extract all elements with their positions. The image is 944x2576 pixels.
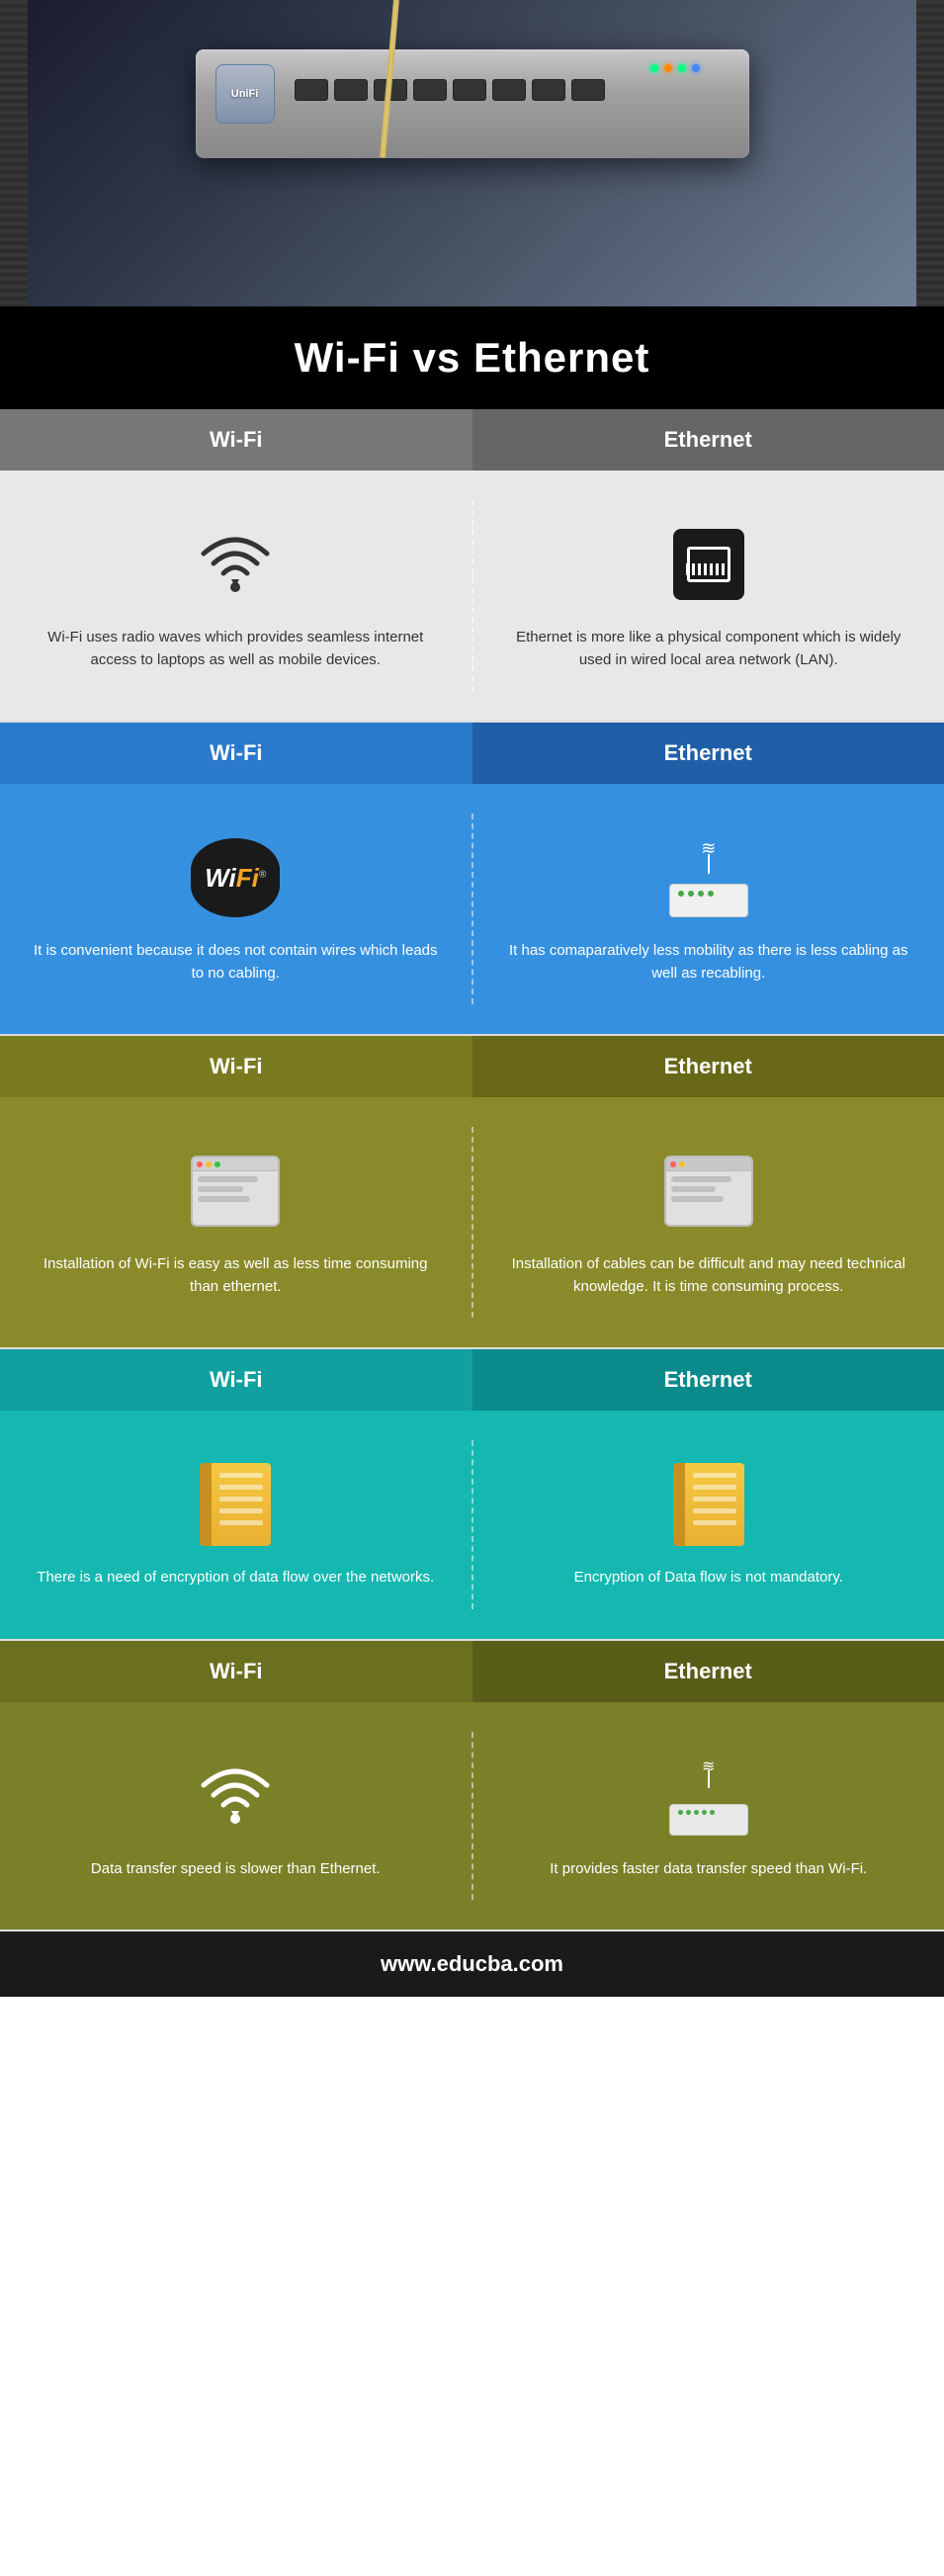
section-installation-header: Wi-Fi Ethernet bbox=[0, 1036, 944, 1097]
installation-ethernet-cell: Installation of cables can be difficult … bbox=[473, 1127, 944, 1318]
light-green-2 bbox=[678, 64, 686, 72]
header-ethernet-mobility: Ethernet bbox=[472, 723, 944, 784]
section-mobility-header: Wi-Fi Ethernet bbox=[0, 723, 944, 784]
header-ethernet-speed: Ethernet bbox=[472, 1641, 944, 1702]
installation-wifi-text: Installation of Wi-Fi is easy as well as… bbox=[30, 1253, 442, 1298]
intro-wifi-text: Wi-Fi uses radio waves which provides se… bbox=[30, 627, 442, 671]
section-speed-header: Wi-Fi Ethernet bbox=[0, 1641, 944, 1702]
browser-ethernet-icon bbox=[664, 1147, 753, 1236]
installation-ethernet-text: Installation of cables can be difficult … bbox=[503, 1253, 915, 1298]
header-wifi-mobility: Wi-Fi bbox=[0, 723, 472, 784]
mobility-wifi-text: It is convenient because it does not con… bbox=[30, 940, 442, 985]
router-icon: ≋ bbox=[664, 833, 753, 922]
browser-wifi-icon bbox=[191, 1147, 280, 1236]
header-wifi-speed: Wi-Fi bbox=[0, 1641, 472, 1702]
switch-logo: UniFi bbox=[215, 64, 275, 124]
switch-ports bbox=[295, 79, 605, 101]
port-4 bbox=[413, 79, 447, 101]
intro-ethernet-cell: Ethernet is more like a physical compone… bbox=[473, 500, 944, 691]
section-speed: Wi-Fi Ethernet Data transfer speed is sl… bbox=[0, 1641, 944, 1932]
encryption-ethernet-text: Encryption of Data flow is not mandatory… bbox=[574, 1567, 843, 1589]
section-mobility: Wi-Fi Ethernet WiFi® It is convenient be… bbox=[0, 723, 944, 1036]
header-ethernet-installation: Ethernet bbox=[472, 1036, 944, 1097]
encryption-ethernet-cell: Encryption of Data flow is not mandatory… bbox=[473, 1440, 944, 1609]
footer: www.educba.com bbox=[0, 1932, 944, 1997]
section-encryption: Wi-Fi Ethernet There is a need of encryp… bbox=[0, 1349, 944, 1641]
port-2 bbox=[334, 79, 368, 101]
header-ethernet-intro: Ethernet bbox=[472, 409, 944, 471]
port-8 bbox=[571, 79, 605, 101]
wifi-brand-icon: WiFi® bbox=[191, 833, 280, 922]
speed-wifi-text: Data transfer speed is slower than Ether… bbox=[91, 1858, 381, 1881]
mobility-ethernet-cell: ≋ It has comaparatively less mobility as… bbox=[473, 814, 944, 1004]
wifi-signal-icon bbox=[191, 520, 280, 609]
section-encryption-content: There is a need of encryption of data fl… bbox=[0, 1411, 944, 1639]
encryption-wifi-text: There is a need of encryption of data fl… bbox=[37, 1567, 434, 1589]
light-blue bbox=[692, 64, 700, 72]
speed-ethernet-text: It provides faster data transfer speed t… bbox=[550, 1858, 867, 1881]
light-orange bbox=[664, 64, 672, 72]
encryption-wifi-cell: There is a need of encryption of data fl… bbox=[0, 1440, 473, 1609]
intro-ethernet-text: Ethernet is more like a physical compone… bbox=[503, 627, 915, 671]
light-green-1 bbox=[650, 64, 658, 72]
mobility-wifi-cell: WiFi® It is convenient because it does n… bbox=[0, 814, 473, 1004]
speed-ethernet-cell: ≋ It provides faster data transfer speed… bbox=[473, 1732, 944, 1901]
header-wifi-intro: Wi-Fi bbox=[0, 409, 472, 471]
port-5 bbox=[453, 79, 486, 101]
section-intro-content: Wi-Fi uses radio waves which provides se… bbox=[0, 471, 944, 721]
section-encryption-header: Wi-Fi Ethernet bbox=[0, 1349, 944, 1411]
notebook-ethernet-icon bbox=[664, 1460, 753, 1549]
switch-lights bbox=[650, 64, 700, 72]
network-switch: UniFi bbox=[196, 49, 749, 158]
hero-image: UniFi bbox=[0, 0, 944, 306]
port-6 bbox=[492, 79, 526, 101]
installation-wifi-cell: Installation of Wi-Fi is easy as well as… bbox=[0, 1127, 473, 1318]
port-7 bbox=[532, 79, 565, 101]
intro-wifi-cell: Wi-Fi uses radio waves which provides se… bbox=[0, 500, 473, 691]
speed-wifi-cell: Data transfer speed is slower than Ether… bbox=[0, 1732, 473, 1901]
wifi-speed-icon bbox=[191, 1752, 280, 1841]
network-visual: UniFi bbox=[0, 0, 944, 306]
section-intro-header: Wi-Fi Ethernet bbox=[0, 409, 944, 471]
section-intro: Wi-Fi Ethernet Wi-Fi uses radio waves wh… bbox=[0, 409, 944, 723]
router-speed-icon: ≋ bbox=[664, 1752, 753, 1841]
footer-url: www.educba.com bbox=[381, 1951, 563, 1976]
title-section: Wi-Fi vs Ethernet bbox=[0, 306, 944, 409]
ethernet-port-icon bbox=[664, 520, 753, 609]
section-speed-content: Data transfer speed is slower than Ether… bbox=[0, 1702, 944, 1931]
port-1 bbox=[295, 79, 328, 101]
section-installation-content: Installation of Wi-Fi is easy as well as… bbox=[0, 1097, 944, 1347]
notebook-wifi-icon bbox=[191, 1460, 280, 1549]
section-installation: Wi-Fi Ethernet Installati bbox=[0, 1036, 944, 1349]
header-wifi-installation: Wi-Fi bbox=[0, 1036, 472, 1097]
mobility-ethernet-text: It has comaparatively less mobility as t… bbox=[503, 940, 915, 985]
main-title: Wi-Fi vs Ethernet bbox=[20, 334, 924, 382]
header-ethernet-encryption: Ethernet bbox=[472, 1349, 944, 1411]
header-wifi-encryption: Wi-Fi bbox=[0, 1349, 472, 1411]
section-mobility-content: WiFi® It is convenient because it does n… bbox=[0, 784, 944, 1034]
